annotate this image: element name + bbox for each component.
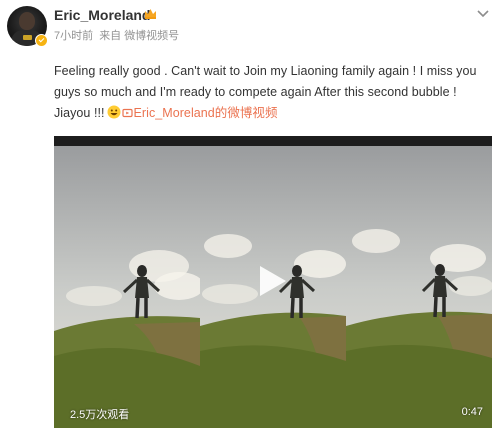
chevron-down-icon[interactable] (476, 9, 490, 19)
video-player[interactable]: 2.5万次观看 0:47 (54, 136, 492, 428)
post-meta: 7小时前 来自 微博视频号 (54, 27, 182, 43)
author-name[interactable]: Eric_Moreland (54, 7, 150, 23)
crown-icon[interactable] (144, 8, 157, 19)
verified-badge-icon (35, 34, 48, 47)
video-link[interactable]: Eric_Moreland的微博视频 (134, 106, 278, 120)
video-thumbnail-frame-1 (54, 146, 200, 428)
video-duration: 0:47 (461, 406, 483, 418)
weibo-post: Eric_Moreland 7小时前 来自 微博视频号 Feeling reall… (0, 0, 500, 440)
grinning-face-emoji-icon (107, 105, 121, 119)
play-icon[interactable] (254, 264, 288, 298)
post-source[interactable]: 微博视频号 (124, 30, 179, 42)
video-thumbnail-frame-3 (346, 146, 492, 428)
view-count: 2.5万次观看 (70, 409, 130, 421)
post-text: Feeling really good . Can't wait to Join… (54, 61, 490, 124)
post-time[interactable]: 7小时前 (54, 30, 93, 42)
source-prefix: 来自 (99, 30, 122, 42)
video-link-icon (121, 108, 133, 118)
